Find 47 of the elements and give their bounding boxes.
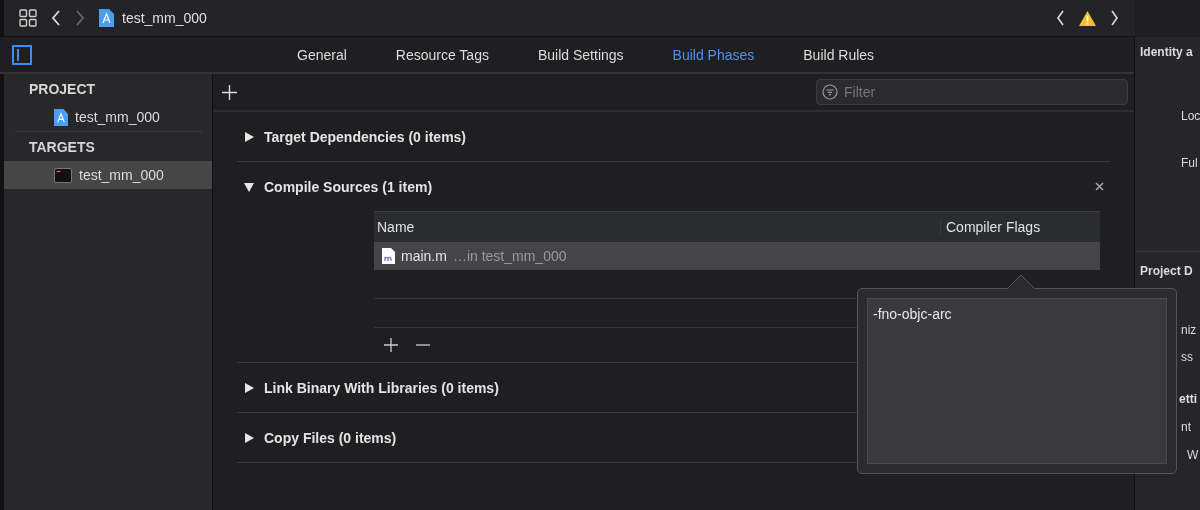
project-file-icon [54,108,68,126]
inspector-label: etti [1178,392,1198,407]
add-icon[interactable] [222,84,237,100]
add-icon[interactable] [384,338,398,352]
phase-title[interactable]: Link Binary With Libraries (0 items) [264,379,499,396]
inspector-label: Loc [1180,109,1200,124]
tab[interactable]: General [272,46,371,63]
sidebar-item[interactable]: test_mm_000 [4,103,212,131]
warning-icon[interactable] [1079,10,1096,26]
phase-title[interactable]: Copy Files (0 items) [264,429,397,446]
tab[interactable]: Build Settings [512,46,648,63]
inspector-label: niz [1180,323,1198,338]
next-issue-icon[interactable] [1110,10,1119,26]
terminal-icon [54,167,72,183]
table-row[interactable]: main.m …in test_mm_000 [374,242,1100,270]
column-header[interactable]: Name [374,219,940,235]
back-icon[interactable] [51,10,61,26]
disclosure-triangle-icon[interactable] [244,432,254,443]
file-location: …in test_mm_000 [452,248,567,264]
project-file-icon [99,9,114,27]
phase-title[interactable]: Compile Sources (1 item) [264,178,433,195]
grid-icon[interactable] [19,9,37,27]
section-heading: PROJECT [28,80,97,99]
inspector-label: Ful [1180,156,1199,171]
compiler-flags-field[interactable]: -fno-objc-arc [867,298,1167,464]
file-title[interactable]: test_mm_000 [122,10,207,26]
inspector-label: Identity a [1139,45,1194,60]
sidebar-toggle-icon[interactable] [12,44,32,65]
inspector-label: ss [1180,350,1194,365]
file-name: main.m [401,248,447,264]
inspector-label: W [1186,448,1200,463]
previous-issue-icon[interactable] [1056,10,1065,26]
source-file-icon [382,248,395,264]
column-header[interactable]: Compiler Flags [940,219,1100,235]
disclosure-triangle-icon[interactable] [244,382,254,393]
close-icon[interactable] [1095,182,1104,191]
disclosure-triangle-icon[interactable] [244,181,254,192]
tab[interactable]: Build Rules [778,46,899,63]
inspector-label: Project D [1135,251,1200,279]
sidebar-item[interactable]: test_mm_000 [4,161,212,189]
tab[interactable]: Resource Tags [370,46,513,63]
inspector-label: nt [1180,420,1192,435]
tab[interactable]: Build Phases [647,46,779,63]
phase-title[interactable]: Target Dependencies (0 items) [264,128,467,145]
filter-field[interactable]: Filter [816,79,1128,105]
disclosure-triangle-icon[interactable] [244,131,254,142]
forward-icon[interactable] [75,10,85,26]
